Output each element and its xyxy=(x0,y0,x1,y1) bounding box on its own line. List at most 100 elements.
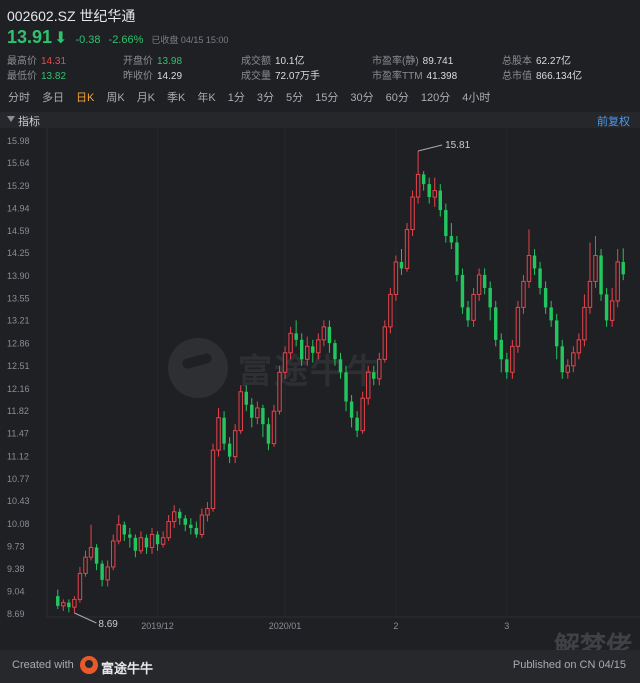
candle-body-up xyxy=(116,524,121,542)
candle-body-down xyxy=(554,320,559,347)
candle-body-up xyxy=(105,566,110,581)
candle-body-down xyxy=(227,443,232,457)
candle-body-down xyxy=(94,547,99,564)
y-tick-label: 15.29 xyxy=(7,181,30,191)
stat-value: 13.98 xyxy=(157,56,183,67)
x-tick-label: 2 xyxy=(393,621,398,631)
candle-body-up xyxy=(393,261,399,295)
period-tab[interactable]: 日K xyxy=(76,88,94,108)
candle-body-down xyxy=(621,261,625,275)
futu-logo-icon xyxy=(80,656,98,674)
candle-body-down xyxy=(222,417,226,444)
x-tick-label: 3 xyxy=(504,621,509,631)
candle-body-down xyxy=(333,343,337,360)
candle-body-down xyxy=(250,404,254,418)
candle-body-down xyxy=(183,518,187,525)
candle-body-up xyxy=(149,533,155,548)
period-tab[interactable]: 120分 xyxy=(421,88,450,108)
candle-body-up xyxy=(305,345,310,360)
stat-label: 最低价 xyxy=(7,71,37,82)
candle-body-up xyxy=(271,410,277,445)
candle-body-down xyxy=(294,333,298,340)
period-tab[interactable]: 月K xyxy=(137,88,155,108)
y-tick-label: 13.21 xyxy=(7,316,30,326)
candle-body-up xyxy=(88,546,94,558)
collapse-triangle-icon[interactable] xyxy=(7,116,15,122)
candle-body-up xyxy=(277,371,282,412)
stat-value: 13.82 xyxy=(41,71,67,82)
last-price: 13.91 xyxy=(7,27,53,47)
candle-body-up xyxy=(476,274,482,295)
candle-body-up xyxy=(521,280,526,308)
chart-toolbar: 指标 前复权 xyxy=(0,112,640,128)
stat-item: 最高价 14.31 xyxy=(7,52,66,67)
y-tick-label: 10.43 xyxy=(7,496,30,506)
candle-body-up xyxy=(526,254,532,282)
candle-body-down xyxy=(499,339,503,360)
candle-body-down xyxy=(133,537,138,551)
indicator-button[interactable]: 指标 xyxy=(18,113,40,129)
candle-body-up xyxy=(216,417,221,451)
candle-body-up xyxy=(565,365,571,373)
period-tab[interactable]: 4小时 xyxy=(462,88,490,108)
candle-body-up xyxy=(377,358,382,380)
adjust-mode-button[interactable]: 前复权 xyxy=(597,113,630,129)
candle-body-down xyxy=(427,184,431,198)
kline-chart[interactable]: 15.98 15.64 15.29 14.94 14.59 14.25 13.90 13.55… xyxy=(0,128,640,650)
candle-body-down xyxy=(494,307,498,340)
quote-header: 002602.SZ 世纪华通 13.91 ⬇ -0.38 -2.66% 已收盘 … xyxy=(0,0,640,86)
candle-body-up xyxy=(61,602,66,607)
y-tick-label: 14.25 xyxy=(7,248,30,258)
candle-body-up xyxy=(232,430,238,458)
y-tick-label: 9.73 xyxy=(7,542,25,552)
stat-value: 62.27亿 xyxy=(536,56,572,67)
stock-title: 002602.SZ 世纪华通 xyxy=(7,8,136,24)
candle-body-down xyxy=(421,174,426,185)
candle-body-up xyxy=(210,449,216,510)
candle-body-down xyxy=(532,255,537,269)
stat-label: 开盘价 xyxy=(123,56,153,67)
candle-body-up xyxy=(171,511,177,523)
period-tab[interactable]: 3分 xyxy=(257,88,274,108)
candle-body-down xyxy=(438,190,443,211)
y-tick-label: 14.94 xyxy=(7,203,30,213)
period-tab[interactable]: 5分 xyxy=(286,88,303,108)
candle-body-down xyxy=(399,261,404,269)
stat-label: 市盈率(静) xyxy=(372,56,419,67)
candle-body-up xyxy=(382,326,388,360)
period-tab[interactable]: 1分 xyxy=(228,88,245,108)
candle-body-down xyxy=(604,294,609,321)
candle-body-up xyxy=(615,261,620,302)
candle-body-up xyxy=(360,397,365,432)
stat-item: 成交量 72.07万手 xyxy=(241,67,320,82)
period-tab[interactable]: 60分 xyxy=(386,88,409,108)
candle-body-up xyxy=(160,537,166,545)
candle-body-down xyxy=(100,563,104,580)
candle-body-down xyxy=(266,424,271,444)
candle-body-up xyxy=(571,352,576,367)
period-tab[interactable]: 周K xyxy=(106,88,124,108)
candle-body-up xyxy=(515,306,521,347)
candle-body-down xyxy=(460,274,465,308)
period-tab[interactable]: 多日 xyxy=(42,88,64,108)
stat-value: 72.07万手 xyxy=(275,71,321,82)
candle-body-down xyxy=(560,346,564,373)
period-tab[interactable]: 15分 xyxy=(315,88,338,108)
price-change: -0.38 xyxy=(75,34,101,46)
stat-label: 总股本 xyxy=(502,56,532,67)
period-tab[interactable]: 年K xyxy=(197,88,215,108)
candle-body-up xyxy=(576,339,582,354)
candle-body-down xyxy=(128,534,132,538)
stat-item: 市盈率TTM 41.398 xyxy=(372,67,457,82)
candle-body-up xyxy=(388,293,393,328)
period-tab[interactable]: 分时 xyxy=(8,88,30,108)
period-tab[interactable]: 季K xyxy=(167,88,185,108)
period-tabs: 分时 多日 日K 周K 月K 季K 年K 1分 3分 5分 15分 30分 60分 120分 4小时 xyxy=(0,88,640,108)
period-tab[interactable]: 30分 xyxy=(350,88,373,108)
x-tick-label: 2019/12 xyxy=(141,621,174,631)
candle-body-up xyxy=(432,190,437,198)
candle-body-down xyxy=(599,255,603,295)
candle-body-down xyxy=(261,407,265,425)
stat-value: 10.1亿 xyxy=(275,56,305,67)
candle-body-up xyxy=(138,537,144,552)
